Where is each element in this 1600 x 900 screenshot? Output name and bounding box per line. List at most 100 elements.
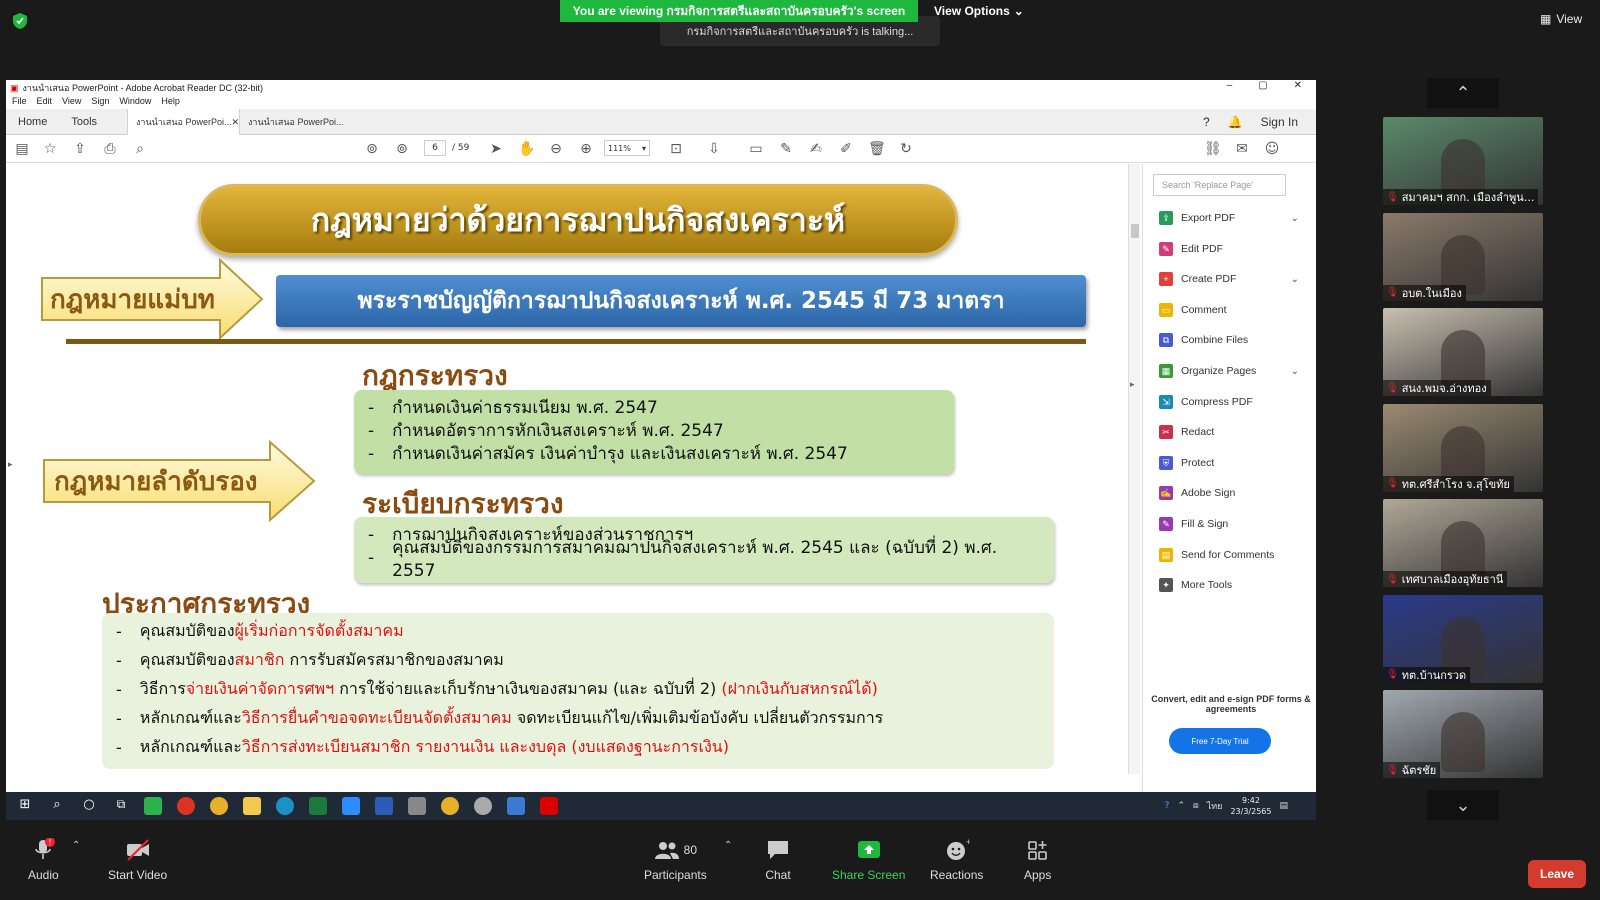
- link-icon[interactable]: ⛓: [1204, 141, 1222, 157]
- close-icon[interactable]: ✕: [232, 117, 240, 128]
- tool-create-pdf[interactable]: + Create PDF ⌄: [1159, 269, 1299, 289]
- tool-comment[interactable]: ▭ Comment: [1159, 300, 1299, 320]
- save-icon[interactable]: ▤: [14, 141, 30, 157]
- page-number-input[interactable]: 6: [424, 140, 446, 156]
- tool-send-for-comments[interactable]: ▤ Send for Comments: [1159, 545, 1299, 565]
- tool-compress-pdf[interactable]: ⇲ Compress PDF: [1159, 392, 1299, 412]
- tool-combine-files[interactable]: ⧉ Combine Files: [1159, 330, 1299, 350]
- tool-redact[interactable]: ✂ Redact: [1159, 422, 1299, 442]
- view-options-button[interactable]: View Options ⌄: [934, 0, 1024, 22]
- chrome-icon[interactable]: [441, 797, 459, 815]
- gallery-view-button[interactable]: ▦ View: [1540, 12, 1582, 26]
- select-cursor-icon[interactable]: ➤: [488, 141, 504, 157]
- tool-fill-sign[interactable]: ✎ Fill & Sign: [1159, 514, 1299, 534]
- minimize-icon[interactable]: –: [1227, 80, 1233, 91]
- tab-document-2[interactable]: งานนำเสนอ PowerPoi...: [239, 109, 351, 135]
- chevron-up-icon[interactable]: ⌃: [1177, 801, 1185, 811]
- page-up-icon[interactable]: ⊚: [364, 141, 380, 157]
- language-indicator[interactable]: ไทย: [1207, 799, 1223, 813]
- edge-icon[interactable]: [276, 797, 294, 815]
- gallery-up-button[interactable]: ⌃: [1427, 78, 1499, 108]
- tool-protect[interactable]: ⛨ Protect: [1159, 453, 1299, 473]
- maximize-icon[interactable]: ▢: [1258, 80, 1267, 91]
- chevron-down-icon[interactable]: ⌄: [1291, 274, 1299, 285]
- comment-icon[interactable]: ▭: [748, 141, 764, 157]
- apps-button[interactable]: Apps: [1024, 838, 1051, 882]
- zoom-level-select[interactable]: 111% ▾: [604, 140, 650, 156]
- zoom-out-icon[interactable]: ⊖: [548, 141, 564, 157]
- participant-tile[interactable]: 🎙 ทต.บ้านกรวด: [1383, 594, 1543, 683]
- rotate-icon[interactable]: ↻: [898, 141, 914, 157]
- share-screen-button[interactable]: Share Screen: [832, 838, 905, 882]
- opera-icon[interactable]: [177, 797, 195, 815]
- left-panel-toggle-icon[interactable]: ▸: [8, 460, 13, 470]
- chat-button[interactable]: Chat: [765, 838, 791, 882]
- windows-start-icon[interactable]: ⊞: [16, 797, 34, 815]
- scroll-mode-icon[interactable]: ⇩: [706, 141, 722, 157]
- participant-tile[interactable]: 🎙 อบต.ในเมือง: [1383, 212, 1543, 301]
- menu-help[interactable]: Help: [161, 96, 180, 109]
- tool-adobe-sign[interactable]: ✍ Adobe Sign: [1159, 483, 1299, 503]
- chrome-icon[interactable]: [210, 797, 228, 815]
- notification-icon[interactable]: ▤: [1279, 801, 1288, 811]
- acrobat-icon[interactable]: [540, 797, 558, 815]
- word-icon[interactable]: [375, 797, 393, 815]
- menu-edit[interactable]: Edit: [37, 96, 53, 109]
- tool-export-pdf[interactable]: ⇪ Export PDF ⌄: [1159, 208, 1299, 228]
- search-icon[interactable]: ⌕: [48, 797, 66, 815]
- chevron-down-icon[interactable]: ⌄: [1291, 366, 1299, 377]
- app-icon[interactable]: [408, 797, 426, 815]
- task-view-icon[interactable]: ⧉: [112, 797, 130, 815]
- sign-in-button[interactable]: Sign In: [1261, 115, 1298, 129]
- excel-icon[interactable]: [309, 797, 327, 815]
- line-app-icon[interactable]: [144, 797, 162, 815]
- help-icon[interactable]: ?: [1203, 115, 1210, 129]
- tab-tools[interactable]: Tools: [59, 109, 127, 135]
- sign-icon[interactable]: ✍: [808, 141, 824, 157]
- file-explorer-icon[interactable]: [243, 797, 261, 815]
- share-user-icon[interactable]: ☺: [1264, 141, 1280, 157]
- tool-more-tools[interactable]: ✦ More Tools: [1159, 575, 1299, 595]
- zoom-app-icon[interactable]: [342, 797, 360, 815]
- vertical-scrollbar[interactable]: [1128, 164, 1140, 774]
- participants-chevron-icon[interactable]: ⌃: [724, 840, 732, 851]
- participant-tile[interactable]: 🎙 ฉัตรชัย: [1383, 690, 1543, 778]
- print-icon[interactable]: ⎙: [102, 141, 118, 157]
- scrollbar-thumb[interactable]: [1131, 224, 1139, 238]
- menu-window[interactable]: Window: [119, 96, 151, 109]
- cortana-icon[interactable]: ○: [80, 797, 98, 815]
- bell-icon[interactable]: 🔔: [1228, 115, 1243, 129]
- tools-search-input[interactable]: Search 'Replace Page': [1153, 174, 1286, 196]
- zoom-in-icon[interactable]: ⊕: [578, 141, 594, 157]
- page-down-icon[interactable]: ⊚: [394, 141, 410, 157]
- taskbar-clock[interactable]: 9:42 23/3/2565: [1230, 795, 1271, 817]
- tab-document-1[interactable]: งานนำเสนอ PowerPoi... ✕: [127, 109, 239, 135]
- upload-icon[interactable]: ⇪: [72, 141, 88, 157]
- participants-button[interactable]: 80 Participants: [644, 838, 707, 882]
- leave-meeting-button[interactable]: Leave: [1528, 860, 1586, 888]
- start-video-button[interactable]: Start Video: [108, 838, 167, 882]
- tab-home[interactable]: Home: [6, 109, 59, 135]
- app-icon[interactable]: [474, 797, 492, 815]
- free-trial-button[interactable]: Free 7-Day Trial: [1169, 728, 1271, 754]
- audio-button[interactable]: ! Audio: [28, 838, 59, 882]
- participant-tile[interactable]: 🎙 เทศบาลเมืองอุทัยธานี: [1383, 499, 1543, 587]
- shield-icon[interactable]: [12, 12, 28, 30]
- fit-page-icon[interactable]: ⊡: [668, 141, 684, 157]
- chevron-down-icon[interactable]: ⌄: [1291, 213, 1299, 224]
- participant-tile[interactable]: 🎙 สมาคมฯ สกก. เมืองลำพูน...: [1383, 117, 1543, 205]
- help-icon[interactable]: ?: [1165, 801, 1170, 811]
- search-icon[interactable]: ⌕: [132, 141, 148, 157]
- participant-tile[interactable]: 🎙 ทต.ศรีสำโรง จ.สุโขทัย: [1383, 403, 1543, 492]
- stamp-icon[interactable]: ✐: [838, 141, 854, 157]
- star-icon[interactable]: ☆: [42, 141, 58, 157]
- hand-tool-icon[interactable]: ✋: [518, 141, 535, 157]
- participant-tile[interactable]: 🎙 สนง.พมจ.อ่างทอง: [1383, 308, 1543, 396]
- tools-pane-toggle-icon[interactable]: ▸: [1130, 380, 1135, 390]
- reactions-button[interactable]: + Reactions: [930, 838, 983, 882]
- mail-icon[interactable]: ✉: [1234, 141, 1250, 157]
- network-icon[interactable]: ⧈: [1193, 801, 1199, 811]
- menu-file[interactable]: File: [12, 96, 27, 109]
- gallery-down-button[interactable]: ⌄: [1427, 790, 1499, 820]
- highlight-pen-icon[interactable]: ✎: [778, 141, 794, 157]
